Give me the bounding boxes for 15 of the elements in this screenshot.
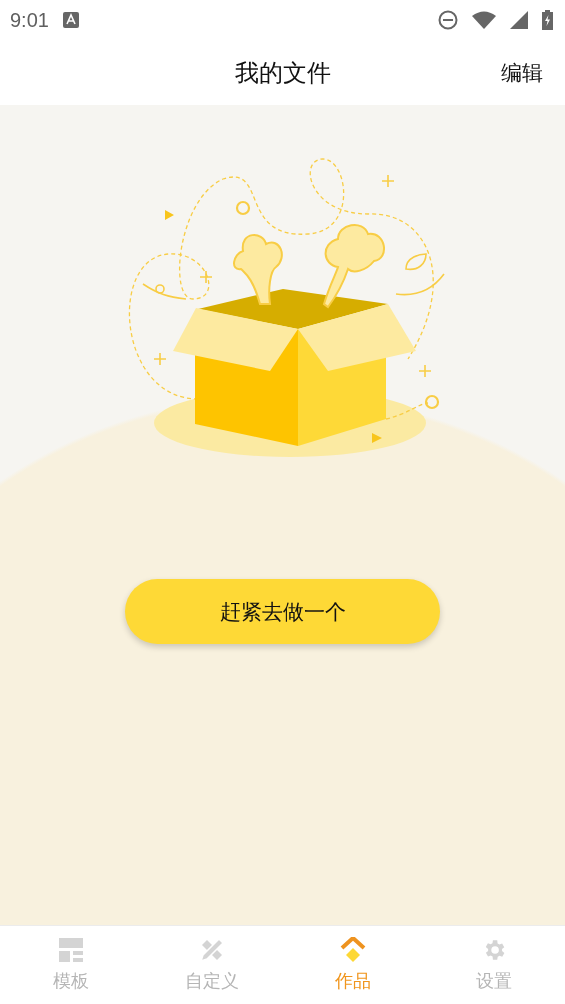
battery-icon [542, 10, 553, 30]
notification-icon [62, 12, 79, 28]
nav-tab[interactable]: 作品 [282, 926, 424, 1004]
status-time: 9:01 [10, 8, 49, 32]
do-not-disturb-icon [438, 10, 458, 30]
wifi-icon [472, 11, 496, 29]
create-button[interactable]: 赶紧去做一个 [125, 579, 440, 644]
nav-tab[interactable]: 模板 [0, 926, 142, 1004]
signal-icon [510, 11, 528, 29]
diamond-icon [340, 937, 367, 963]
layout-icon [57, 937, 84, 963]
nav-tab[interactable]: 自定义 [141, 926, 283, 1004]
page-title: 我的文件 [234, 57, 331, 89]
nav-tab[interactable]: 设置 [423, 926, 565, 1004]
edit-button[interactable]: 编辑 [497, 54, 547, 91]
